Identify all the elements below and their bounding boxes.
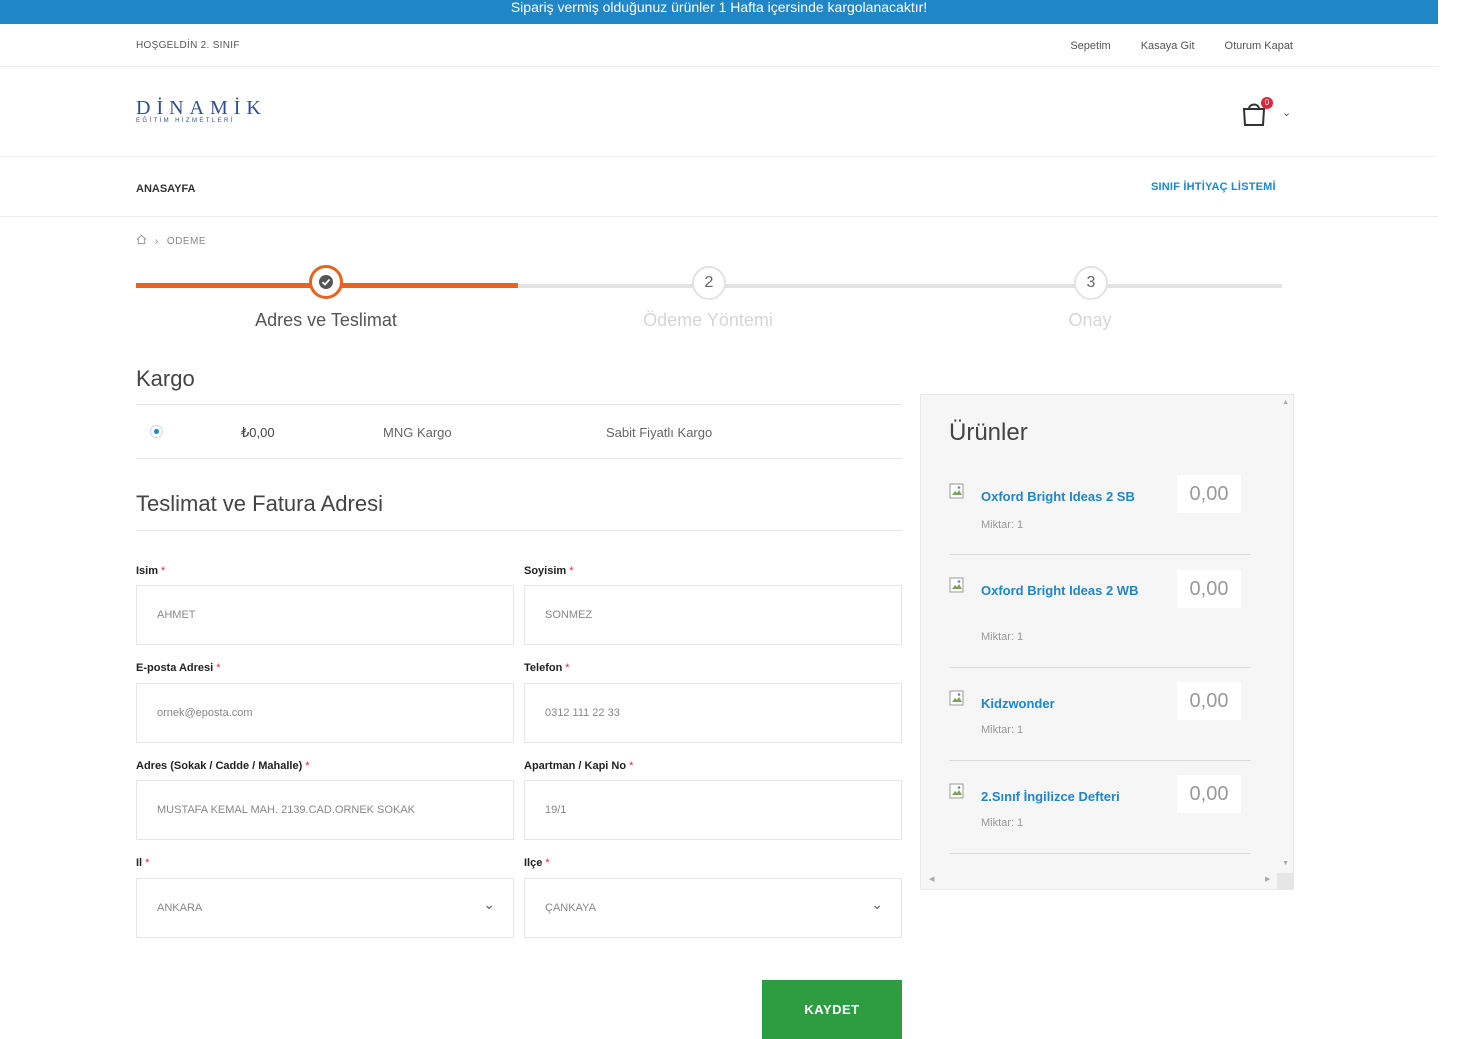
products-heading: Ürünler — [949, 419, 1028, 446]
horizontal-scrollbar[interactable]: ◀ ▶ — [921, 873, 1295, 889]
scroll-up-arrow-icon[interactable]: ▲ — [1282, 399, 1289, 406]
kargo-price: ₺0,00 — [241, 425, 275, 440]
kargo-radio[interactable] — [150, 425, 163, 438]
kargo-type: Sabit Fiyatlı Kargo — [606, 425, 713, 440]
nav-needs-list-link[interactable]: SINIF İHTİYAÇ LİSTEMİ — [1151, 181, 1276, 193]
breadcrumb-current: ODEME — [166, 235, 207, 247]
announcement-text: Sipariş vermiş olduğunuz ürünler 1 Hafta… — [510, 0, 928, 15]
nav-home-link[interactable]: ANASAYFA — [136, 183, 196, 195]
product-item: 2.Sınıf İngilizce Defteri Miktar: 1 0,00 — [949, 775, 1251, 854]
link-sepetim[interactable]: Sepetim — [1070, 40, 1110, 52]
checkmark-icon — [319, 275, 333, 289]
step-2-indicator: 2 — [692, 266, 726, 300]
link-kasaya-git[interactable]: Kasaya Git — [1141, 40, 1195, 52]
link-oturum-kapat[interactable]: Oturum Kapat — [1225, 40, 1293, 52]
breadcrumb: › ODEME — [136, 234, 206, 248]
soyisim-field[interactable]: SONMEZ — [524, 585, 902, 645]
kargo-heading: Kargo — [136, 366, 195, 391]
header-links: Sepetim Kasaya Git Oturum Kapat — [1070, 40, 1293, 52]
vertical-scrollbar[interactable]: ▲ ▼ — [1277, 395, 1293, 875]
address-heading: Teslimat ve Fatura Adresi — [136, 491, 383, 516]
apartman-field[interactable]: 19/1 — [524, 780, 902, 840]
product-name[interactable]: 2.Sınıf İngilizce Defteri — [981, 787, 1156, 807]
product-name[interactable]: Oxford Bright Ideas 2 WB — [981, 581, 1141, 601]
header-top-bar: HOŞGELDİN 2. SINIF Sepetim Kasaya Git Ot… — [0, 24, 1438, 67]
announcement-bar: Sipariş vermiş olduğunuz ürünler 1 Hafta… — [0, 0, 1438, 24]
label-apartman: Apartman / Kapi No * — [524, 760, 634, 772]
product-price: 0,00 — [1177, 475, 1241, 513]
scrollbar-corner — [1277, 873, 1293, 889]
product-name[interactable]: Oxford Bright Ideas 2 SB — [981, 487, 1156, 507]
step-1-label: Adres ve Teslimat — [255, 310, 397, 330]
label-telefon: Telefon * — [524, 662, 570, 674]
divider — [136, 530, 902, 531]
chevron-right-icon: › — [155, 235, 159, 247]
scroll-left-arrow-icon[interactable]: ◀ — [929, 875, 934, 883]
logo-wordmark: DİNAMİK — [136, 97, 267, 119]
product-price: 0,00 — [1177, 682, 1241, 720]
kargo-name: MNG Kargo — [383, 425, 452, 440]
kargo-option-row[interactable]: ₺0,00 MNG Kargo Sabit Fiyatlı Kargo — [136, 404, 902, 459]
isim-field[interactable]: AHMET — [136, 585, 514, 645]
main-nav: ANASAYFA SINIF İHTİYAÇ LİSTEMİ — [0, 156, 1438, 217]
chevron-down-icon[interactable]: ⌄ — [1282, 106, 1291, 119]
label-email: E-posta Adresi * — [136, 662, 221, 674]
save-button[interactable]: KAYDET — [762, 980, 902, 1039]
site-logo[interactable]: DİNAMİK EĞİTİM HİZMETLERİ — [136, 98, 267, 124]
product-item: Oxford Bright Ideas 2 WB Miktar: 1 0,00 — [949, 570, 1251, 668]
welcome-text: HOŞGELDİN 2. SINIF — [136, 40, 240, 51]
scroll-right-arrow-icon[interactable]: ▶ — [1265, 875, 1270, 883]
ilce-select[interactable]: ÇANKAYA — [524, 875, 902, 938]
label-soyisim: Soyisim * — [524, 565, 574, 577]
product-price: 0,00 — [1177, 775, 1241, 813]
product-qty: Miktar: 1 — [981, 817, 1024, 829]
home-icon[interactable] — [136, 234, 147, 248]
step-1-indicator — [309, 265, 343, 299]
il-select[interactable]: ANKARA — [136, 875, 514, 938]
step-3-label: Onay — [1068, 310, 1112, 330]
broken-image-icon — [949, 783, 965, 799]
label-ilce: Ilçe * — [524, 857, 550, 869]
step-2-label: Ödeme Yöntemi — [643, 310, 773, 330]
broken-image-icon — [949, 690, 965, 706]
scroll-down-arrow-icon[interactable]: ▼ — [1282, 860, 1289, 867]
products-panel: Ürünler Oxford Bright Ideas 2 SB Miktar:… — [920, 394, 1294, 890]
label-adres: Adres (Sokak / Cadde / Mahalle) * — [136, 760, 310, 772]
progress-track — [518, 284, 1282, 288]
product-price: 0,00 — [1177, 570, 1241, 608]
telefon-field[interactable]: 0312 111 22 33 — [524, 683, 902, 743]
broken-image-icon — [949, 483, 965, 499]
product-qty: Miktar: 1 — [981, 631, 1024, 643]
product-item: Oxford Bright Ideas 2 SB Miktar: 1 0,00 — [949, 475, 1251, 555]
product-qty: Miktar: 1 — [981, 724, 1024, 736]
email-field[interactable]: ornek@eposta.com — [136, 683, 514, 743]
broken-image-icon — [949, 577, 965, 593]
label-il: Il * — [136, 857, 150, 869]
label-isim: Isim * — [136, 565, 166, 577]
product-name[interactable]: Kidzwonder — [981, 694, 1156, 714]
product-item: Kidzwonder Miktar: 1 0,00 — [949, 682, 1251, 761]
step-3-indicator: 3 — [1074, 266, 1108, 300]
adres-field[interactable]: MUSTAFA KEMAL MAH. 2139.CAD.ORNEK SOKAK — [136, 780, 514, 840]
product-qty: Miktar: 1 — [981, 519, 1024, 531]
cart-count-badge: 0 — [1261, 97, 1273, 109]
